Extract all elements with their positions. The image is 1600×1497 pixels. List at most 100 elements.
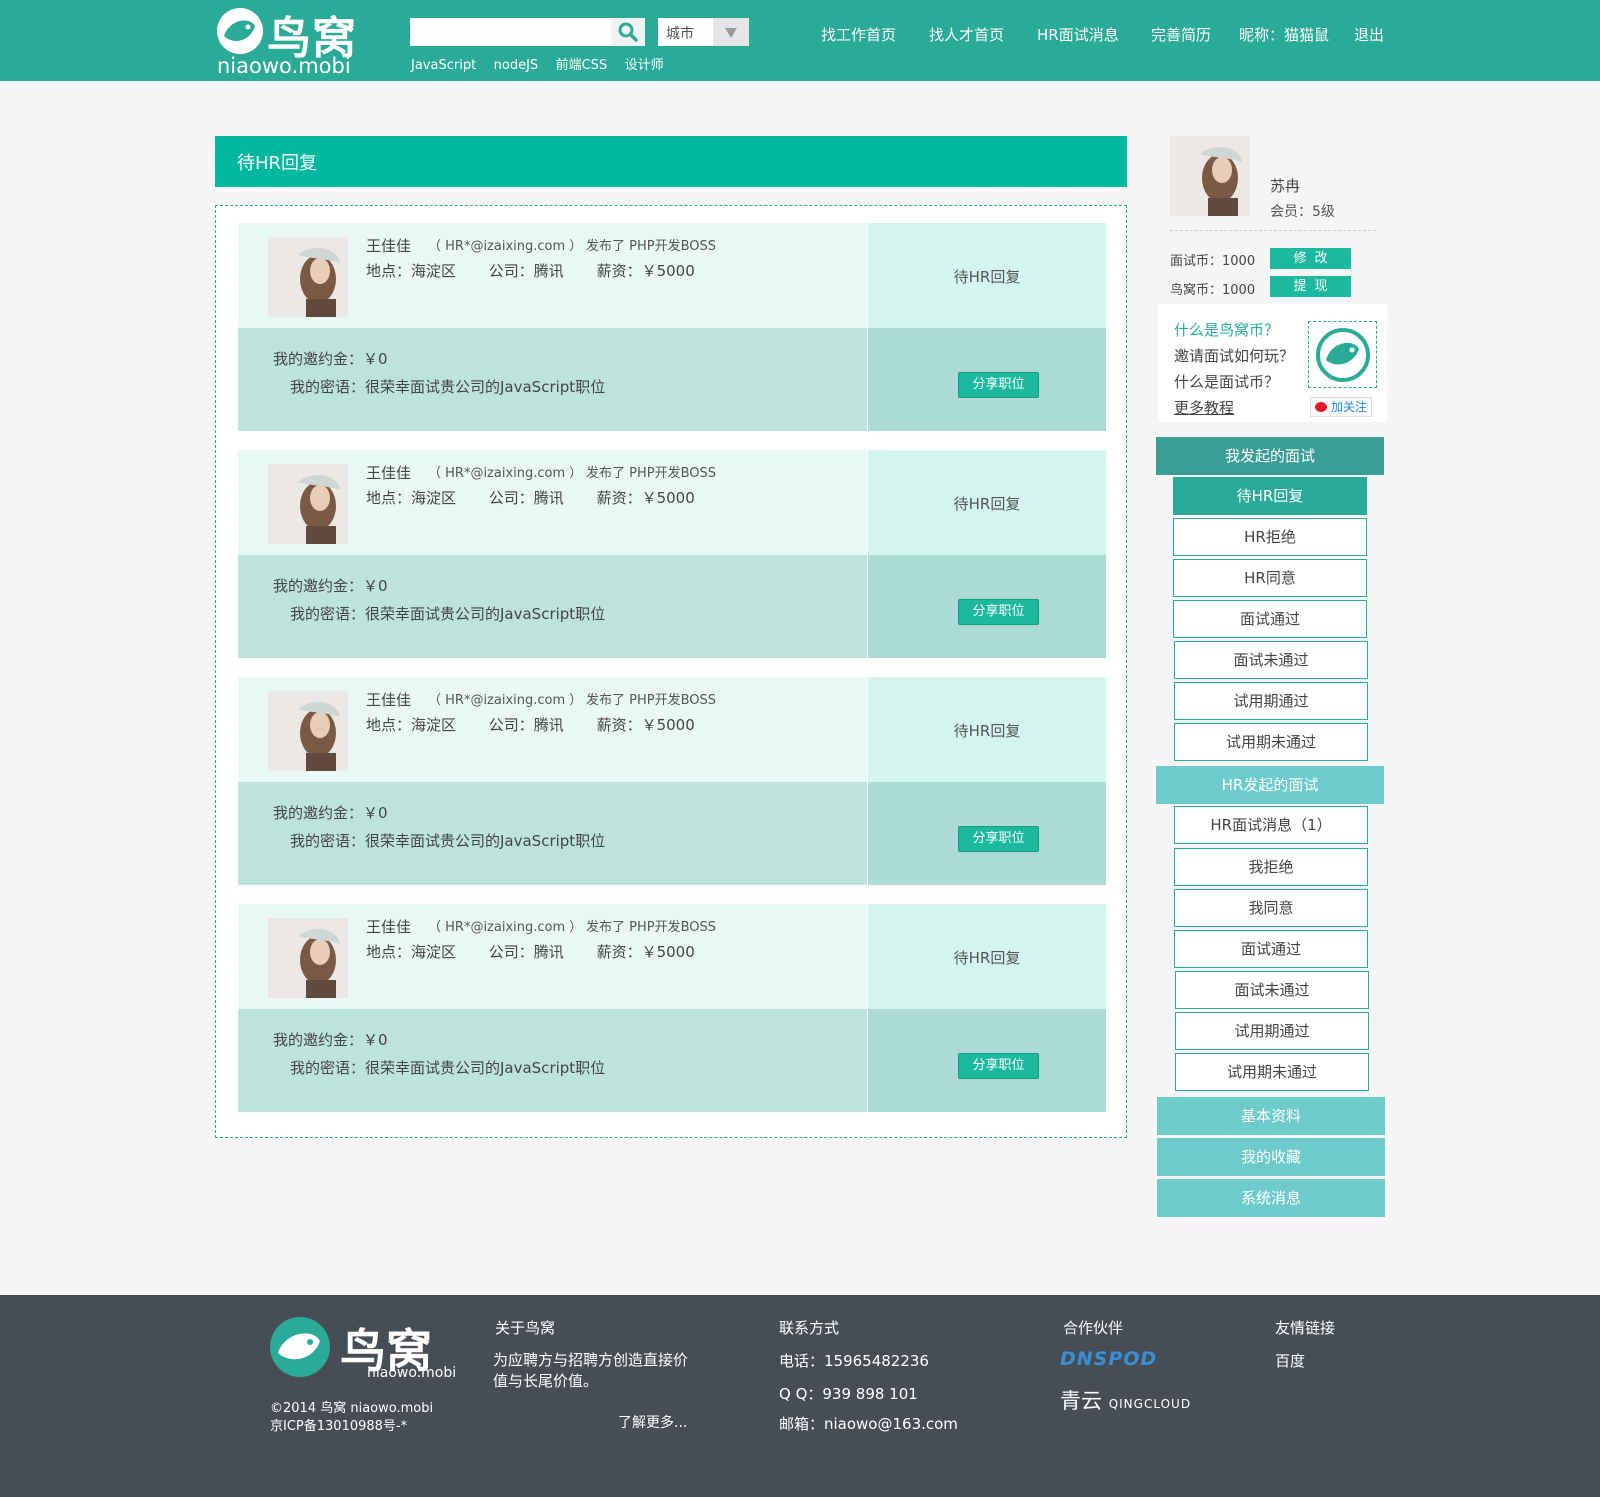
section-hr-interviews[interactable]: HR发起的面试 xyxy=(1156,766,1384,804)
menu-hr-probation-failed[interactable]: 试用期未通过 xyxy=(1175,1053,1369,1091)
menu-i-agreed[interactable]: 我同意 xyxy=(1174,889,1368,927)
share-job-button[interactable]: 分享职位 xyxy=(958,826,1039,852)
faq-more-tutorials[interactable]: 更多教程 xyxy=(1174,397,1234,418)
card-info: 王佳佳 （ HR*@izaixing.com ） 发布了 PHP开发BOSS 地… xyxy=(238,677,867,782)
link-baidu[interactable]: 百度 xyxy=(1275,1350,1305,1371)
menu-system-messages[interactable]: 系统消息 xyxy=(1157,1179,1385,1217)
nav-resume[interactable]: 完善简历 xyxy=(1151,24,1211,45)
interview-card: 王佳佳 （ HR*@izaixing.com ） 发布了 PHP开发BOSS 地… xyxy=(238,223,1106,431)
nav-nickname[interactable]: 昵称：猫猫鼠 xyxy=(1239,24,1329,45)
hr-email: （ HR*@izaixing.com ） xyxy=(428,920,583,935)
menu-basic-info[interactable]: 基本资料 xyxy=(1157,1097,1385,1135)
partner-qingcloud[interactable]: 青云 QINGCLOUD xyxy=(1060,1385,1191,1415)
card-info: 王佳佳 （ HR*@izaixing.com ） 发布了 PHP开发BOSS 地… xyxy=(238,904,867,1009)
edit-coin-button[interactable]: 修改 xyxy=(1270,248,1351,269)
hr-name: 王佳佳 xyxy=(366,237,412,255)
card-actions: 分享职位 xyxy=(868,328,1106,431)
icp-text: 京ICP备13010988号-* xyxy=(270,1419,408,1434)
withdraw-button[interactable]: 提现 xyxy=(1270,276,1351,297)
tag-nodejs[interactable]: nodeJS xyxy=(494,58,539,73)
about-title: 关于鸟窝 xyxy=(495,1319,556,1337)
menu-interview-failed[interactable]: 面试未通过 xyxy=(1174,641,1368,679)
contact-phone: 电话：15965482236 xyxy=(779,1352,929,1370)
card-status: 待HR回复 xyxy=(868,223,1106,328)
job-salary: 薪资：￥5000 xyxy=(596,943,695,961)
section-my-interviews[interactable]: 我发起的面试 xyxy=(1156,437,1384,475)
nav-find-talent[interactable]: 找人才首页 xyxy=(929,24,1004,45)
nav-hr-messages[interactable]: HR面试消息 xyxy=(1037,24,1119,45)
job-salary: 薪资：￥5000 xyxy=(596,716,695,734)
tag-css[interactable]: 前端CSS xyxy=(556,58,608,73)
contact-qq: Q Q：939 898 101 xyxy=(779,1385,918,1403)
interview-card: 王佳佳 （ HR*@izaixing.com ） 发布了 PHP开发BOSS 地… xyxy=(238,450,1106,658)
card-actions: 分享职位 xyxy=(868,1009,1106,1112)
search-input[interactable] xyxy=(410,18,610,46)
menu-pending-hr[interactable]: 待HR回复 xyxy=(1173,477,1367,515)
card-info: 王佳佳 （ HR*@izaixing.com ） 发布了 PHP开发BOSS 地… xyxy=(238,223,867,328)
menu-probation-passed[interactable]: 试用期通过 xyxy=(1174,682,1368,720)
hr-name: 王佳佳 xyxy=(366,464,412,482)
nav-find-job[interactable]: 找工作首页 xyxy=(821,24,896,45)
job-company: 公司：腾讯 xyxy=(488,262,564,280)
job-details: 地点：海淀区 公司：腾讯 薪资：￥5000 xyxy=(366,714,723,735)
hr-name: 王佳佳 xyxy=(366,691,412,709)
menu-hr-messages[interactable]: HR面试消息（1） xyxy=(1174,806,1368,844)
city-select-label: 城市 xyxy=(666,26,694,42)
partner-qingcloud-cn: 青云 xyxy=(1060,1389,1102,1413)
card-extra: 我的邀约金：￥0 我的密语：很荣幸面试贵公司的JavaScript职位 xyxy=(238,782,867,885)
logo-text-en: niaowo.mobi xyxy=(217,54,351,78)
hr-email: （ HR*@izaixing.com ） xyxy=(428,239,583,254)
tag-designer[interactable]: 设计师 xyxy=(625,58,664,73)
card-status: 待HR回复 xyxy=(868,677,1106,782)
card-extra: 我的邀约金：￥0 我的密语：很荣幸面试贵公司的JavaScript职位 xyxy=(238,555,867,658)
search-button[interactable] xyxy=(611,18,645,46)
job-company: 公司：腾讯 xyxy=(488,716,564,734)
deposit-text: 我的邀约金：￥0 xyxy=(273,350,388,368)
hot-tags: JavaScript nodeJS 前端CSS 设计师 xyxy=(411,54,677,73)
share-job-button[interactable]: 分享职位 xyxy=(958,599,1039,625)
menu-hr-interview-passed[interactable]: 面试通过 xyxy=(1174,930,1368,968)
status-text: 待HR回复 xyxy=(953,949,1021,967)
footer-logo[interactable]: 鸟窝 niaowo.mobi xyxy=(268,1315,456,1383)
job-location: 地点：海淀区 xyxy=(366,716,457,734)
job-details: 地点：海淀区 公司：腾讯 薪资：￥5000 xyxy=(366,487,723,508)
menu-i-rejected[interactable]: 我拒绝 xyxy=(1174,848,1368,886)
logo[interactable]: 鸟窝 niaowo.mobi xyxy=(215,4,365,78)
city-select[interactable]: 城市 xyxy=(658,18,749,46)
about-more-link[interactable]: 了解更多... xyxy=(618,1412,687,1432)
faq-what-is-niaowo-coin[interactable]: 什么是鸟窝币？ xyxy=(1174,319,1279,340)
user-level: 会员：5级 xyxy=(1270,204,1335,220)
job-published: 发布了 PHP开发BOSS xyxy=(586,693,717,708)
hr-name: 王佳佳 xyxy=(366,918,412,936)
menu-hr-interview-failed[interactable]: 面试未通过 xyxy=(1175,971,1369,1009)
menu-probation-failed[interactable]: 试用期未通过 xyxy=(1174,723,1368,761)
secret-word: 我的密语：很荣幸面试贵公司的JavaScript职位 xyxy=(290,832,606,850)
menu-hr-agreed[interactable]: HR同意 xyxy=(1173,559,1367,597)
deposit-text: 我的邀约金：￥0 xyxy=(273,804,388,822)
status-text: 待HR回复 xyxy=(953,268,1021,286)
menu-hr-probation-passed[interactable]: 试用期通过 xyxy=(1175,1012,1369,1050)
card-extra: 我的邀约金：￥0 我的密语：很荣幸面试贵公司的JavaScript职位 xyxy=(238,328,867,431)
partner-dnspod[interactable]: DNSPOD xyxy=(1060,1348,1157,1370)
chevron-down-icon xyxy=(713,18,749,46)
job-published: 发布了 PHP开发BOSS xyxy=(586,920,717,935)
nav-logout[interactable]: 退出 xyxy=(1354,24,1384,45)
menu-interview-passed[interactable]: 面试通过 xyxy=(1173,600,1367,638)
avatar xyxy=(268,918,348,998)
menu-hr-rejected[interactable]: HR拒绝 xyxy=(1173,518,1367,556)
share-job-button[interactable]: 分享职位 xyxy=(958,372,1039,398)
weibo-follow-button[interactable]: 加关注 xyxy=(1310,397,1372,417)
about-text: 为应聘方与招聘方创造直接价值与长尾价值。 xyxy=(493,1351,689,1390)
share-job-button[interactable]: 分享职位 xyxy=(958,1053,1039,1079)
job-published: 发布了 PHP开发BOSS xyxy=(586,239,717,254)
avatar xyxy=(268,691,348,771)
menu-favorites[interactable]: 我的收藏 xyxy=(1157,1138,1385,1176)
tag-javascript[interactable]: JavaScript xyxy=(411,58,476,73)
faq-invite-interview[interactable]: 邀请面试如何玩？ xyxy=(1174,345,1294,366)
user-avatar[interactable] xyxy=(1170,136,1250,216)
hr-email: （ HR*@izaixing.com ） xyxy=(428,693,583,708)
faq-what-is-interview-coin[interactable]: 什么是面试币？ xyxy=(1174,371,1279,392)
card-actions: 分享职位 xyxy=(868,782,1106,885)
status-text: 待HR回复 xyxy=(953,495,1021,513)
bird-logo-icon xyxy=(270,1317,330,1377)
